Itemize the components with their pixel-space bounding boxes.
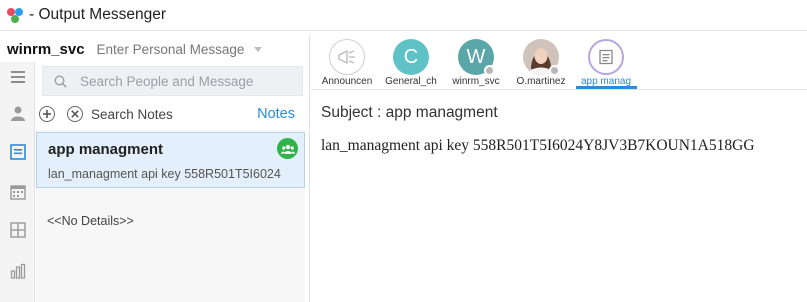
conversation-tabs: Announcen C General_ch W winrm_svc O.mar… — [311, 35, 807, 90]
status-dot — [549, 65, 560, 76]
tab-o-martinez[interactable]: O.martinez — [507, 37, 575, 89]
tab-label: Announcen — [321, 76, 373, 87]
left-rail — [0, 62, 35, 302]
chevron-down-icon[interactable] — [254, 46, 263, 52]
notes-list: app managment lan_managment api key 558R… — [36, 130, 305, 302]
calendar-icon[interactable] — [9, 183, 27, 201]
avatar — [523, 39, 560, 76]
contacts-icon[interactable] — [9, 104, 27, 122]
tab-announcement[interactable]: Announcen — [313, 37, 381, 89]
search-placeholder: Search People and Message — [80, 73, 254, 89]
active-tab-indicator — [576, 86, 637, 89]
notes-link[interactable]: Notes — [257, 106, 295, 122]
no-details-text: <<No Details>> — [47, 214, 134, 228]
status-bar: winrm_svc Enter Personal Message — [0, 37, 307, 61]
clear-search-button[interactable] — [67, 106, 83, 122]
tab-app-managment[interactable]: app manag — [572, 37, 640, 89]
notes-icon[interactable] — [9, 143, 27, 161]
note-body[interactable]: lan_managment api key 558R501T5I6024Y8JV… — [321, 137, 755, 155]
username: winrm_svc — [7, 40, 85, 58]
tab-label: winrm_svc — [452, 76, 500, 87]
tab-label: O.martinez — [516, 76, 566, 87]
list-item[interactable]: app managment lan_managment api key 558R… — [36, 132, 305, 188]
reports-icon[interactable] — [9, 262, 27, 280]
search-input[interactable]: Search People and Message — [42, 66, 303, 96]
note-subject: Subject : app managment — [321, 104, 498, 121]
group-icon — [277, 138, 298, 159]
title-bar: - Output Messenger — [0, 0, 807, 31]
avatar: W — [458, 39, 495, 76]
tab-general-channel[interactable]: C General_ch — [377, 37, 445, 89]
window-title: - Output Messenger — [29, 6, 166, 23]
avatar: C — [393, 39, 429, 75]
notes-toolbar: Search Notes Notes — [36, 101, 305, 127]
tab-winrm-svc[interactable]: W winrm_svc — [442, 37, 510, 89]
pane-divider[interactable] — [309, 35, 310, 302]
menu-icon[interactable] — [9, 68, 27, 86]
note-preview: lan_managment api key 558R501T5I6024 — [48, 167, 281, 181]
app-logo-icon — [7, 6, 25, 24]
board-icon[interactable] — [9, 221, 27, 239]
search-notes-input[interactable]: Search Notes — [91, 107, 173, 122]
announcement-icon — [329, 39, 365, 75]
note-title: app managment — [48, 141, 164, 158]
personal-message-input[interactable]: Enter Personal Message — [97, 42, 245, 57]
status-dot — [484, 65, 495, 76]
note-icon — [588, 39, 624, 75]
tab-label: General_ch — [385, 76, 437, 87]
search-icon — [54, 74, 67, 88]
add-note-button[interactable] — [39, 106, 55, 122]
